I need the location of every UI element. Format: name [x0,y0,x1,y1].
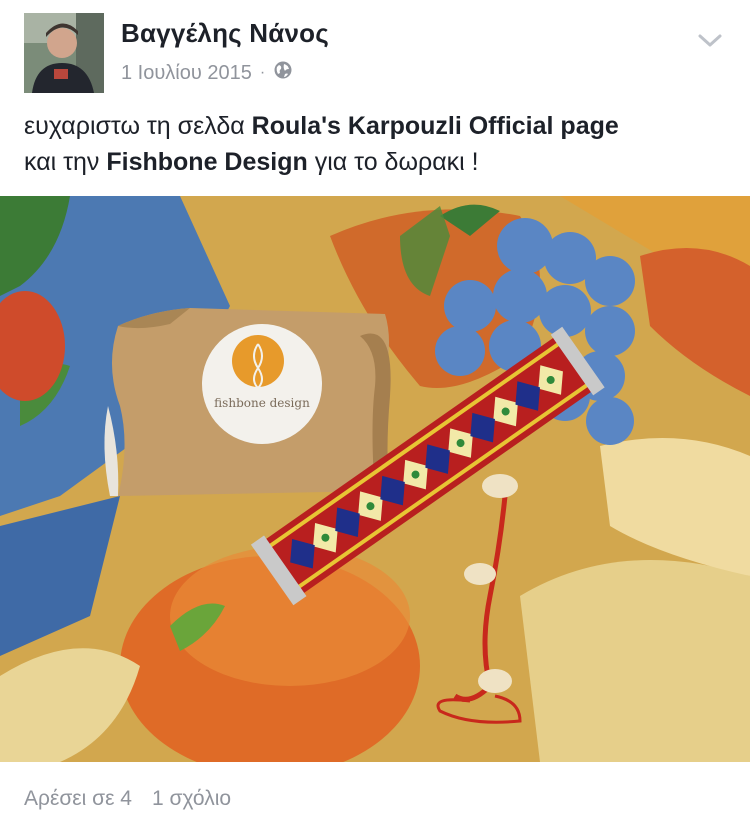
post-photo[interactable]: fishbone design [0,196,750,762]
globe-icon [273,60,293,86]
mention-roulas-page[interactable]: Roula's Karpouzli Official page [252,112,619,140]
text-part: και την [24,148,107,176]
post-meta: 1 Ιουλίου 2015 · [121,60,293,86]
likes-count[interactable]: Αρέσει σε 4 [24,787,132,811]
author-name[interactable]: Βαγγέλης Νάνος [121,18,329,49]
post-date[interactable]: 1 Ιουλίου 2015 [121,62,252,85]
meta-separator: · [259,64,266,81]
post-card: Βαγγέλης Νάνος 1 Ιουλίου 2015 · ευχαριστ… [0,0,750,837]
sticker-text: fishbone design [214,396,310,410]
text-part: ευχαριστω τη σελδα [24,112,252,140]
mention-fishbone-design[interactable]: Fishbone Design [106,148,307,176]
post-text: ευχαριστω τη σελδα Roula's Karpouzli Off… [24,108,724,180]
chevron-down-icon[interactable] [696,30,724,50]
avatar[interactable] [24,13,104,93]
comments-count[interactable]: 1 σχόλιο [152,787,231,811]
text-part: για το δωρακι ! [307,148,479,176]
post-footer: Αρέσει σε 4 1 σχόλιο [24,787,231,811]
